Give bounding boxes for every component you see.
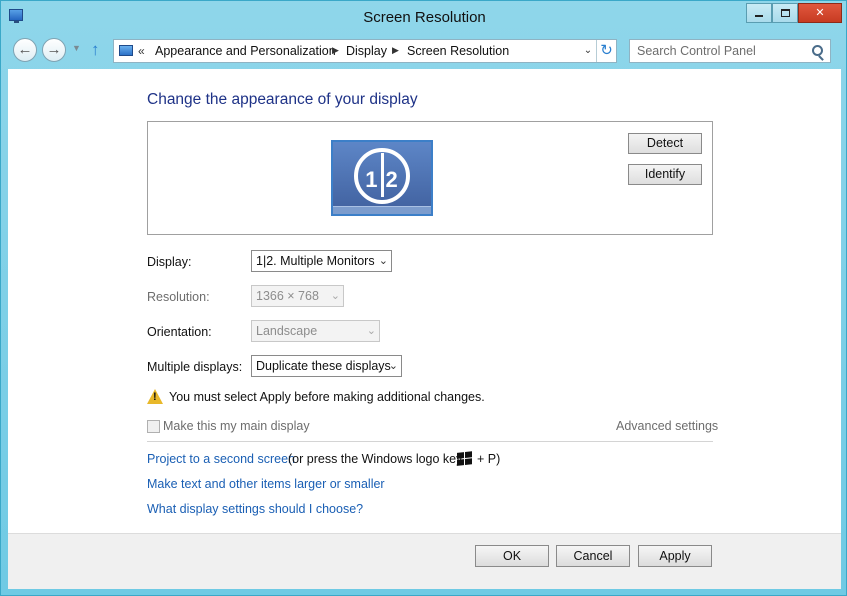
identify-button[interactable]: Identify [628, 164, 702, 185]
chevron-down-icon: ⌄ [366, 325, 376, 337]
multiple-displays-select-value: Duplicate these displays [256, 359, 391, 373]
dialog-footer: OK Cancel Apply [8, 533, 841, 589]
maximize-icon [780, 9, 790, 18]
address-dropdown-icon[interactable]: ⌄ [580, 40, 596, 62]
breadcrumb-separator-icon[interactable]: ▶ [392, 45, 399, 56]
orientation-select-value: Landscape [256, 324, 318, 338]
main-display-checkbox[interactable] [147, 420, 160, 433]
chevron-down-icon: ⌄ [388, 360, 398, 372]
advanced-settings-link[interactable]: Advanced settings [616, 419, 718, 433]
breadcrumb-separator-icon[interactable]: ▶ [332, 45, 339, 56]
search-input[interactable] [630, 40, 808, 62]
text-size-link[interactable]: Make text and other items larger or smal… [147, 477, 385, 491]
monitor-number-2: 2 [385, 166, 399, 192]
monitor-divider [380, 153, 384, 197]
control-panel-icon [119, 45, 133, 56]
address-bar[interactable]: « Appearance and Personalization ▶ Displ… [113, 39, 617, 63]
display-select-value: 1|2. Multiple Monitors [256, 254, 375, 268]
forward-arrow-icon: → [46, 41, 62, 58]
orientation-select[interactable]: Landscape ⌄ [251, 320, 380, 342]
up-arrow-icon[interactable]: ↑ [91, 40, 100, 60]
project-second-screen-link[interactable]: Project to a second screen [147, 452, 295, 466]
display-select[interactable]: 1|2. Multiple Monitors ⌄ [251, 250, 392, 272]
ok-button[interactable]: OK [475, 545, 549, 567]
minimize-icon [755, 15, 763, 18]
resolution-select[interactable]: 1366 × 768 ⌄ [251, 285, 344, 307]
search-box[interactable] [629, 39, 831, 63]
apply-button[interactable]: Apply [638, 545, 712, 567]
window-title: Screen Resolution [363, 9, 486, 26]
warning-message: You must select Apply before making addi… [169, 390, 485, 404]
page-title: Change the appearance of your display [147, 91, 418, 108]
minimize-button[interactable] [746, 3, 772, 23]
resolution-label: Resolution: [147, 290, 210, 304]
screen-resolution-window: Screen Resolution ✕ ← → ▼ ↑ « Appearance… [0, 0, 847, 596]
breadcrumb-display[interactable]: Display [346, 44, 387, 58]
title-bar[interactable]: Screen Resolution ✕ [1, 1, 847, 33]
monitor-1-2[interactable]: 12 [331, 140, 433, 216]
monitor-taskbar [333, 206, 431, 214]
windows-logo-icon [457, 451, 473, 467]
project-shortcut-key: + P) [477, 452, 501, 466]
display-label: Display: [147, 255, 192, 269]
breadcrumb-screen-resolution[interactable]: Screen Resolution [407, 44, 509, 58]
project-shortcut-note: (or press the Windows logo key [288, 452, 463, 466]
divider [147, 441, 713, 442]
display-arrangement-panel: 12 Detect Identify [147, 121, 713, 235]
chevron-down-icon: ⌄ [378, 255, 388, 267]
content-area: Change the appearance of your display 12… [8, 69, 841, 533]
close-button[interactable]: ✕ [798, 3, 842, 23]
resolution-select-value: 1366 × 768 [256, 289, 319, 303]
recent-locations-chevron-icon[interactable]: ▼ [72, 43, 81, 53]
navigation-toolbar: ← → ▼ ↑ « Appearance and Personalization… [1, 33, 847, 69]
multiple-displays-label: Multiple displays: [147, 360, 243, 374]
address-overflow-icon[interactable]: « [138, 44, 145, 58]
orientation-label: Orientation: [147, 325, 212, 339]
detect-button[interactable]: Detect [628, 133, 702, 154]
close-icon: ✕ [815, 7, 825, 19]
monitor-number-1: 1 [365, 166, 379, 192]
warning-icon [147, 389, 163, 404]
refresh-icon[interactable]: ↻ [596, 40, 616, 62]
monitor-number-badge: 12 [354, 148, 410, 204]
back-arrow-icon: ← [17, 41, 33, 58]
main-display-label: Make this my main display [163, 419, 310, 433]
forward-button[interactable]: → [42, 38, 66, 62]
monitor-number-label: 12 [358, 153, 406, 197]
search-icon[interactable] [812, 45, 823, 56]
cancel-button[interactable]: Cancel [556, 545, 630, 567]
display-settings-help-link[interactable]: What display settings should I choose? [147, 502, 363, 516]
breadcrumb-appearance[interactable]: Appearance and Personalization [155, 44, 336, 58]
multiple-displays-select[interactable]: Duplicate these displays ⌄ [251, 355, 402, 377]
chevron-down-icon: ⌄ [330, 290, 340, 302]
maximize-button[interactable] [772, 3, 798, 23]
back-button[interactable]: ← [13, 38, 37, 62]
